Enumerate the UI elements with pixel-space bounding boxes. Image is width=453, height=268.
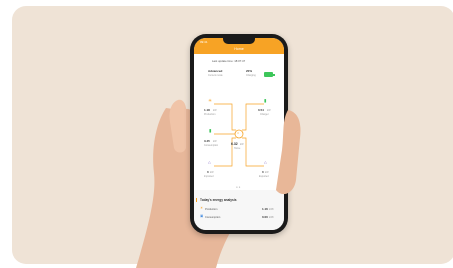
page-indicator[interactable]: ● ● bbox=[236, 185, 240, 189]
load-icon: ⌂ bbox=[264, 160, 267, 165]
hub-label: Home bbox=[234, 147, 241, 150]
grid-value: 0 bbox=[207, 170, 209, 174]
battery-node-value: 3.45 bbox=[204, 139, 210, 143]
ev-value: 0.54 bbox=[258, 108, 264, 112]
load-unit: kW bbox=[265, 170, 269, 174]
solar-label: Production bbox=[204, 113, 216, 116]
home-hub-icon[interactable]: ⌂ bbox=[237, 131, 239, 136]
hub-value: 6.32 bbox=[231, 142, 238, 146]
solar-value: 1.18 bbox=[204, 108, 210, 112]
ev-label: Charger bbox=[260, 113, 269, 116]
analysis-row-unit: kWh bbox=[269, 215, 274, 219]
analysis-row-unit: kWh bbox=[269, 207, 274, 211]
grid-tower-icon: ⌂ bbox=[208, 160, 211, 165]
analysis-row-label: Production bbox=[205, 207, 218, 211]
analysis-title: Today's energy analysis bbox=[200, 198, 237, 202]
thumb-illustration bbox=[276, 110, 301, 195]
production-icon: ☀ bbox=[200, 206, 204, 210]
ev-charger-icon: ▮ bbox=[264, 98, 267, 103]
hub-unit: kW bbox=[240, 142, 244, 146]
solar-unit: kW bbox=[213, 108, 217, 112]
battery-node-unit: kW bbox=[213, 139, 217, 143]
load-label: Exported bbox=[259, 175, 269, 178]
solar-panel-icon: ☀ bbox=[208, 98, 213, 103]
battery-node-label: Consumption bbox=[204, 144, 219, 147]
grid-unit: kW bbox=[210, 170, 214, 174]
consumption-icon: ▣ bbox=[200, 214, 204, 218]
phone-notch bbox=[223, 38, 255, 44]
load-value: 0 bbox=[262, 170, 264, 174]
section-accent-bar bbox=[196, 198, 198, 202]
battery-node-icon: ▮ bbox=[209, 128, 212, 133]
analysis-row-value: 0.00 bbox=[262, 215, 268, 219]
grid-label: Imported bbox=[204, 175, 214, 178]
analysis-row-label: Consumption bbox=[205, 215, 221, 219]
analysis-row-value: 1.16 bbox=[262, 207, 268, 211]
